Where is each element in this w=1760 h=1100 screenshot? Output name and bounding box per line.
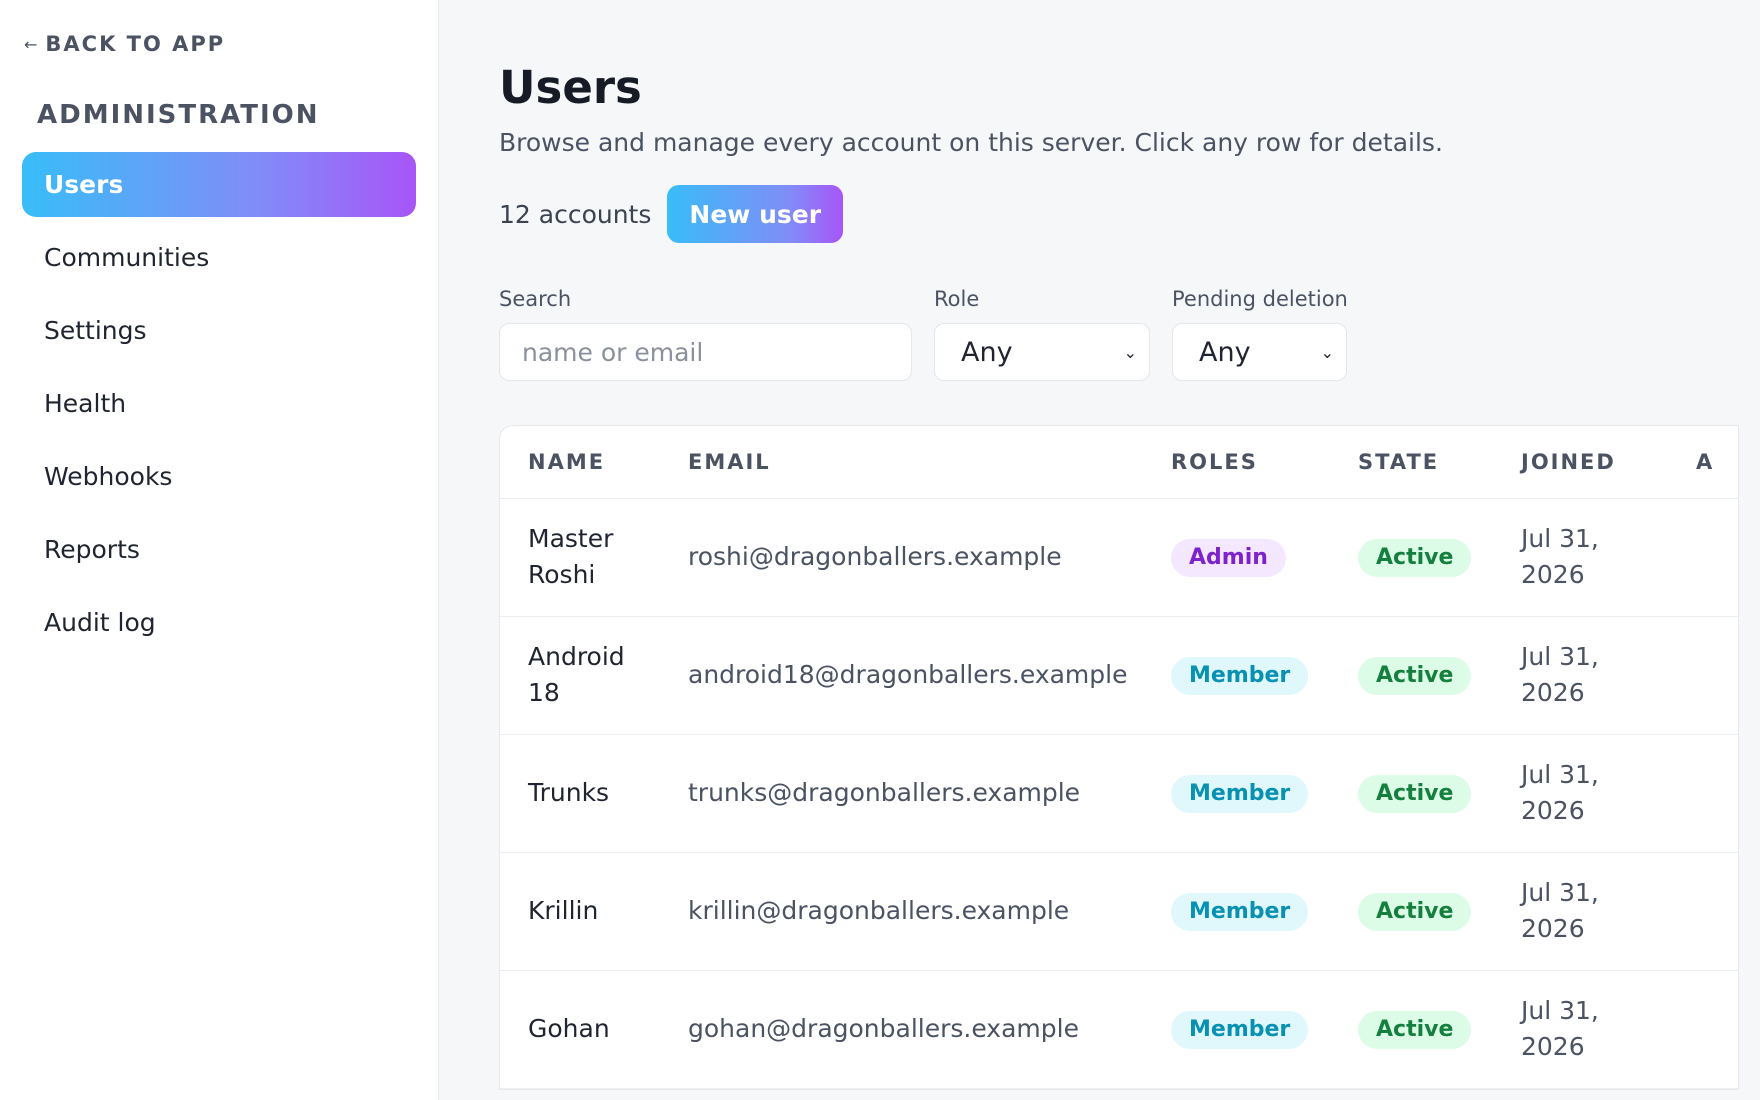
state-badge: Active <box>1358 538 1472 577</box>
pending-deletion-filter: Pending deletion Any ⌄ <box>1172 287 1348 381</box>
main-content: Users Browse and manage every account on… <box>439 0 1760 1100</box>
table-row[interactable]: Krillin krillin@dragonballers.example Me… <box>500 852 1738 971</box>
role-badge: Member <box>1171 1010 1309 1049</box>
user-email: android18@dragonballers.example <box>660 616 1143 735</box>
extra-cell <box>1668 852 1738 971</box>
sidebar-item-label: Reports <box>44 535 140 564</box>
sidebar-item-users[interactable]: Users <box>22 152 416 217</box>
new-user-button[interactable]: New user <box>667 185 844 243</box>
table-row[interactable]: Android 18 android18@dragonballers.examp… <box>500 616 1738 735</box>
joined-date: Jul 31, 2026 <box>1493 852 1668 971</box>
role-cell: Member <box>1143 734 1330 853</box>
sidebar-item-communities[interactable]: Communities <box>22 225 416 290</box>
back-to-app-label: BACK TO APP <box>45 32 226 56</box>
user-email: trunks@dragonballers.example <box>660 734 1143 853</box>
state-badge: Active <box>1358 892 1472 931</box>
user-name: Gohan <box>500 970 660 1089</box>
state-badge: Active <box>1358 1010 1472 1049</box>
table-row[interactable]: Master Roshi roshi@dragonballers.example… <box>500 498 1738 617</box>
users-table: NAME EMAIL ROLES STATE JOINED A Master R… <box>500 426 1738 1089</box>
joined-date: Jul 31, 2026 <box>1493 970 1668 1089</box>
state-badge: Active <box>1358 774 1472 813</box>
role-badge: Member <box>1171 656 1309 695</box>
extra-cell <box>1668 616 1738 735</box>
pending-deletion-select-value: Any <box>1199 336 1251 368</box>
user-name: Master Roshi <box>500 498 660 617</box>
chevron-down-icon: ⌄ <box>1320 342 1334 362</box>
search-label: Search <box>499 287 572 311</box>
role-cell: Member <box>1143 852 1330 971</box>
state-badge: Active <box>1358 656 1472 695</box>
column-header-state[interactable]: STATE <box>1330 426 1493 499</box>
sidebar: ← BACK TO APP ADMINISTRATION Users Commu… <box>0 0 439 1100</box>
column-header-email[interactable]: EMAIL <box>660 426 1143 499</box>
role-select-value: Any <box>961 336 1013 368</box>
user-email: krillin@dragonballers.example <box>660 852 1143 971</box>
joined-date: Jul 31, 2026 <box>1493 616 1668 735</box>
column-header-roles[interactable]: ROLES <box>1143 426 1330 499</box>
state-cell: Active <box>1330 970 1493 1089</box>
sidebar-item-label: Webhooks <box>44 462 173 491</box>
role-label: Role <box>934 287 980 311</box>
user-name: Android 18 <box>500 616 660 735</box>
role-cell: Member <box>1143 970 1330 1089</box>
state-cell: Active <box>1330 616 1493 735</box>
user-email: roshi@dragonballers.example <box>660 498 1143 617</box>
user-name: Trunks <box>500 734 660 853</box>
sidebar-item-reports[interactable]: Reports <box>22 517 416 582</box>
sidebar-item-label: Settings <box>44 316 147 345</box>
arrow-left-icon: ← <box>24 34 38 54</box>
state-cell: Active <box>1330 734 1493 853</box>
sidebar-heading: ADMINISTRATION <box>37 100 320 130</box>
sidebar-item-label: Audit log <box>44 608 156 637</box>
sidebar-item-webhooks[interactable]: Webhooks <box>22 444 416 509</box>
sidebar-item-settings[interactable]: Settings <box>22 298 416 363</box>
sidebar-item-health[interactable]: Health <box>22 371 416 436</box>
column-header-extra[interactable]: A <box>1668 426 1738 499</box>
column-header-joined[interactable]: JOINED <box>1493 426 1668 499</box>
back-to-app-link[interactable]: ← BACK TO APP <box>24 30 416 58</box>
user-name: Krillin <box>500 852 660 971</box>
chevron-down-icon: ⌄ <box>1123 342 1137 362</box>
table-row[interactable]: Gohan gohan@dragonballers.example Member… <box>500 970 1738 1089</box>
joined-date: Jul 31, 2026 <box>1493 498 1668 617</box>
joined-date: Jul 31, 2026 <box>1493 734 1668 853</box>
sidebar-nav: Users Communities Settings Health Webhoo… <box>22 152 416 655</box>
state-cell: Active <box>1330 498 1493 617</box>
page-title: Users <box>499 61 642 114</box>
sidebar-item-audit-log[interactable]: Audit log <box>22 590 416 655</box>
account-count: 12 accounts <box>499 199 652 229</box>
role-badge: Member <box>1171 774 1309 813</box>
role-cell: Member <box>1143 616 1330 735</box>
users-table-card: NAME EMAIL ROLES STATE JOINED A Master R… <box>499 425 1739 1090</box>
state-cell: Active <box>1330 852 1493 971</box>
extra-cell <box>1668 734 1738 853</box>
sidebar-item-label: Users <box>44 170 124 199</box>
role-cell: Admin <box>1143 498 1330 617</box>
search-filter: Search <box>499 287 912 381</box>
user-email: gohan@dragonballers.example <box>660 970 1143 1089</box>
sidebar-item-label: Communities <box>44 243 210 272</box>
pending-deletion-select[interactable]: Any ⌄ <box>1172 323 1347 381</box>
admin-app: ← BACK TO APP ADMINISTRATION Users Commu… <box>0 0 1760 1100</box>
role-badge: Admin <box>1171 538 1286 577</box>
extra-cell <box>1668 970 1738 1089</box>
role-badge: Member <box>1171 892 1309 931</box>
page-subtitle: Browse and manage every account on this … <box>499 128 1443 157</box>
column-header-name[interactable]: NAME <box>500 426 660 499</box>
extra-cell <box>1668 498 1738 617</box>
pending-deletion-label: Pending deletion <box>1172 287 1348 311</box>
search-input[interactable] <box>499 323 912 381</box>
table-header-row: NAME EMAIL ROLES STATE JOINED A <box>500 426 1738 499</box>
sidebar-item-label: Health <box>44 389 127 418</box>
role-select[interactable]: Any ⌄ <box>934 323 1150 381</box>
filters: Search Role Any ⌄ Pending deletion Any ⌄ <box>499 287 1760 381</box>
role-filter: Role Any ⌄ <box>934 287 1150 381</box>
count-row: 12 accounts New user <box>499 185 1760 243</box>
table-row[interactable]: Trunks trunks@dragonballers.example Memb… <box>500 734 1738 853</box>
